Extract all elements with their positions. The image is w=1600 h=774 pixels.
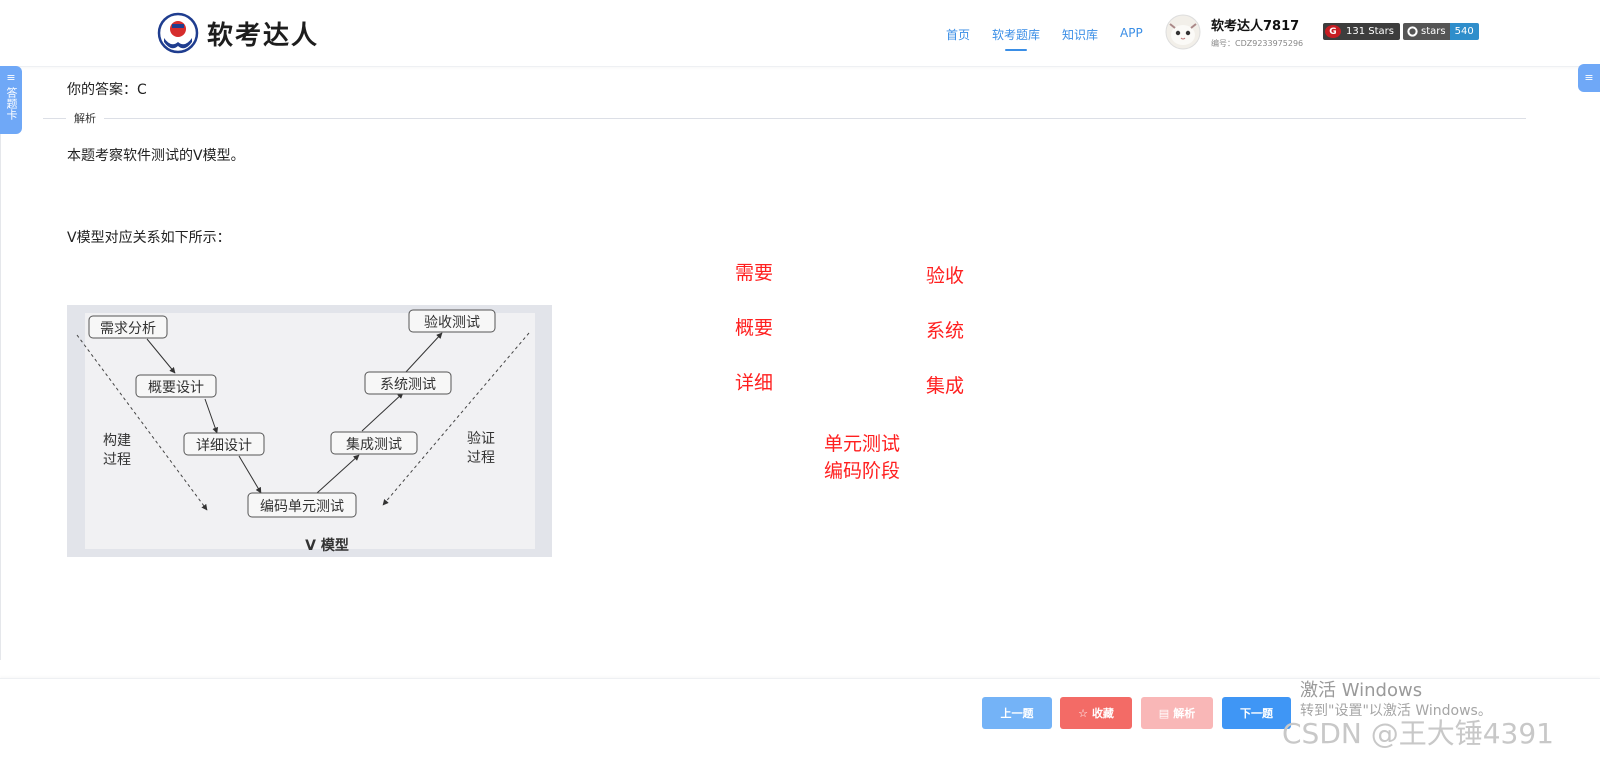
label-build-process-1: 构建: [103, 433, 131, 449]
analysis-paragraph-1: 本题考察软件测试的V模型。: [67, 148, 245, 164]
answer-card-tab[interactable]: ≡ 答题卡: [0, 66, 22, 134]
next-question-button[interactable]: 下一题: [1222, 697, 1291, 729]
figure-caption: V 模型: [305, 537, 349, 554]
box-requirements: 需求分析: [100, 321, 156, 337]
menu-icon: ≡: [1584, 71, 1594, 84]
gitee-stars-badge[interactable]: G 131 Stars: [1323, 23, 1400, 40]
annotation-right-1: 验收: [926, 265, 965, 287]
nav-question-bank[interactable]: 软考题库: [992, 26, 1040, 43]
csdn-watermark: CSDN @王大锤4391: [1282, 717, 1554, 750]
logo-emblem-icon: [157, 12, 199, 54]
left-border: [0, 134, 1, 660]
box-detail-design: 详细设计: [196, 438, 252, 454]
box-acceptance-test: 验收测试: [424, 315, 480, 331]
annotation-bottom-1: 单元测试: [824, 433, 901, 455]
box-system-test: 系统测试: [380, 377, 436, 393]
document-icon: ▤: [1158, 706, 1170, 720]
annotation-left-3: 详细: [735, 372, 774, 394]
section-label: 解析: [66, 110, 104, 126]
logo-text: 软考达人: [207, 20, 320, 51]
gitee-icon: G: [1325, 25, 1341, 38]
favorite-button[interactable]: ☆ 收藏: [1060, 697, 1132, 729]
annotation-left-1: 需要: [735, 262, 774, 284]
windows-activation-title: 激活 Windows: [1300, 680, 1423, 701]
menu-icon: ≡: [6, 71, 16, 84]
box-coding-unit-test: 编码单元测试: [260, 499, 344, 515]
annotation-right-3: 集成: [926, 375, 965, 397]
avatar[interactable]: [1165, 14, 1201, 50]
prev-question-button[interactable]: 上一题: [982, 697, 1052, 729]
nav-knowledge[interactable]: 知识库: [1062, 26, 1098, 43]
label-verify-process-2: 过程: [467, 450, 495, 466]
site-logo[interactable]: 软考达人: [157, 12, 319, 54]
label-verify-process-1: 验证: [467, 431, 495, 447]
v-model-diagram: 需求分析 概要设计 详细设计 编码单元测试 集成测试 系统测试 验收测试 构建 …: [67, 305, 552, 557]
label-build-process-2: 过程: [103, 452, 131, 468]
nav-app[interactable]: APP: [1120, 26, 1143, 43]
github-icon: [1407, 26, 1418, 37]
your-answer: 你的答案：C: [67, 82, 147, 98]
analysis-button[interactable]: ▤ 解析: [1141, 697, 1213, 729]
box-integration-test: 集成测试: [346, 436, 402, 453]
analysis-paragraph-2: V模型对应关系如下所示：: [67, 230, 231, 246]
user-name: 软考达人7817: [1211, 19, 1300, 34]
top-header: 软考达人 首页 软考题库 知识库 APP 软考达人7817 编号：CDZ9233…: [0, 0, 1600, 67]
annotation-right-2: 系统: [926, 320, 965, 342]
nav-home[interactable]: 首页: [946, 26, 970, 43]
section-divider: [43, 118, 1526, 119]
annotation-bottom-2: 编码阶段: [824, 460, 901, 482]
answer-card-label: 答题卡: [5, 87, 18, 120]
annotation-left-2: 概要: [735, 317, 774, 339]
right-menu-tab[interactable]: ≡: [1578, 64, 1600, 92]
user-profile[interactable]: 软考达人7817 编号：CDZ9233975296: [1165, 14, 1303, 50]
star-icon: ☆: [1078, 706, 1088, 720]
box-outline-design: 概要设计: [148, 380, 204, 396]
main-nav: 首页 软考题库 知识库 APP: [946, 26, 1143, 43]
github-stars-badge[interactable]: stars 540: [1403, 23, 1479, 40]
user-id: 编号：CDZ9233975296: [1211, 39, 1304, 48]
